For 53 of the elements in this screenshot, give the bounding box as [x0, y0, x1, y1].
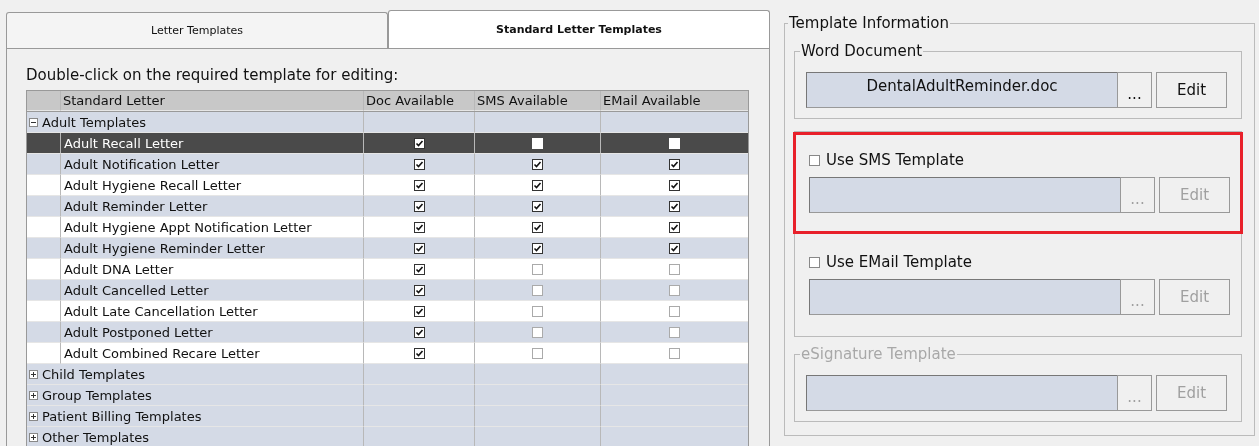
browse-button[interactable]: ...	[1117, 72, 1152, 108]
collapse-icon[interactable]	[29, 117, 38, 127]
template-name: Adult Cancelled Letter	[64, 282, 209, 298]
template-row[interactable]: Adult Recall Letter	[27, 133, 748, 154]
group-cell[interactable]: Other Templates	[27, 427, 364, 446]
group-title: Word Document	[800, 42, 924, 60]
group-label: Other Templates	[42, 429, 150, 445]
template-name: Adult Hygiene Recall Letter	[64, 177, 242, 193]
expand-icon[interactable]	[29, 390, 38, 400]
template-name: Adult Recall Letter	[64, 135, 184, 151]
template-name: Adult Reminder Letter	[64, 198, 208, 214]
file-field[interactable]	[806, 375, 1117, 411]
tab[interactable]: Letter Templates	[6, 12, 388, 48]
template-row[interactable]: Adult Notification Letter	[27, 154, 748, 175]
template-name: Adult Combined Recare Letter	[64, 345, 260, 361]
group-row[interactable]: Group Templates	[27, 385, 748, 406]
template-name: Adult Hygiene Reminder Letter	[64, 240, 265, 256]
template-name: Adult Postponed Letter	[64, 324, 213, 340]
expand-icon[interactable]	[29, 369, 38, 379]
column-header[interactable]: Doc Available	[364, 91, 475, 111]
tab[interactable]: Standard Letter Templates	[388, 10, 770, 48]
group-label: Group Templates	[42, 387, 152, 403]
group-row[interactable]: Other Templates	[27, 427, 748, 446]
header-cell	[27, 91, 61, 111]
group-label: Patient Billing Templates	[42, 408, 202, 424]
template-row[interactable]: Adult Hygiene Recall Letter	[27, 175, 748, 196]
template-name: Adult DNA Letter	[64, 261, 174, 277]
template-name: Adult Notification Letter	[64, 156, 220, 172]
expand-icon[interactable]	[29, 432, 38, 442]
group-row[interactable]: Patient Billing Templates	[27, 406, 748, 427]
group-title: Template Information	[788, 14, 951, 32]
group-title: eSignature Template	[800, 345, 957, 363]
group-row[interactable]: Child Templates	[27, 364, 748, 385]
column-header[interactable]: Standard Letter	[61, 91, 364, 111]
template-row[interactable]: Adult Postponed Letter	[27, 322, 748, 343]
file-field[interactable]: DentalAdultReminder.doc	[806, 72, 1117, 108]
template-row[interactable]: Adult Late Cancellation Letter	[27, 301, 748, 322]
template-name: Adult Late Cancellation Letter	[64, 303, 258, 319]
template-row[interactable]: Adult DNA Letter	[27, 259, 748, 280]
template-row[interactable]: Adult Hygiene Reminder Letter	[27, 238, 748, 259]
group-label: Child Templates	[42, 366, 146, 382]
template-row[interactable]: Adult Cancelled Letter	[27, 280, 748, 301]
instruction-text: Double-click on the required template for editing:	[26, 66, 400, 84]
group-row[interactable]: Adult Templates	[27, 112, 748, 133]
template-row[interactable]: Adult Combined Recare Letter	[27, 343, 748, 364]
group-label: Adult Templates	[42, 114, 147, 130]
template-row[interactable]: Adult Reminder Letter	[27, 196, 748, 217]
template-row[interactable]: Adult Hygiene Appt Notification Letter	[27, 217, 748, 238]
column-header[interactable]: EMail Available	[601, 91, 748, 111]
edit-button[interactable]: Edit	[1156, 72, 1227, 108]
template-name: Adult Hygiene Appt Notification Letter	[64, 219, 312, 235]
expand-icon[interactable]	[29, 411, 38, 421]
column-header[interactable]: SMS Available	[475, 91, 601, 111]
